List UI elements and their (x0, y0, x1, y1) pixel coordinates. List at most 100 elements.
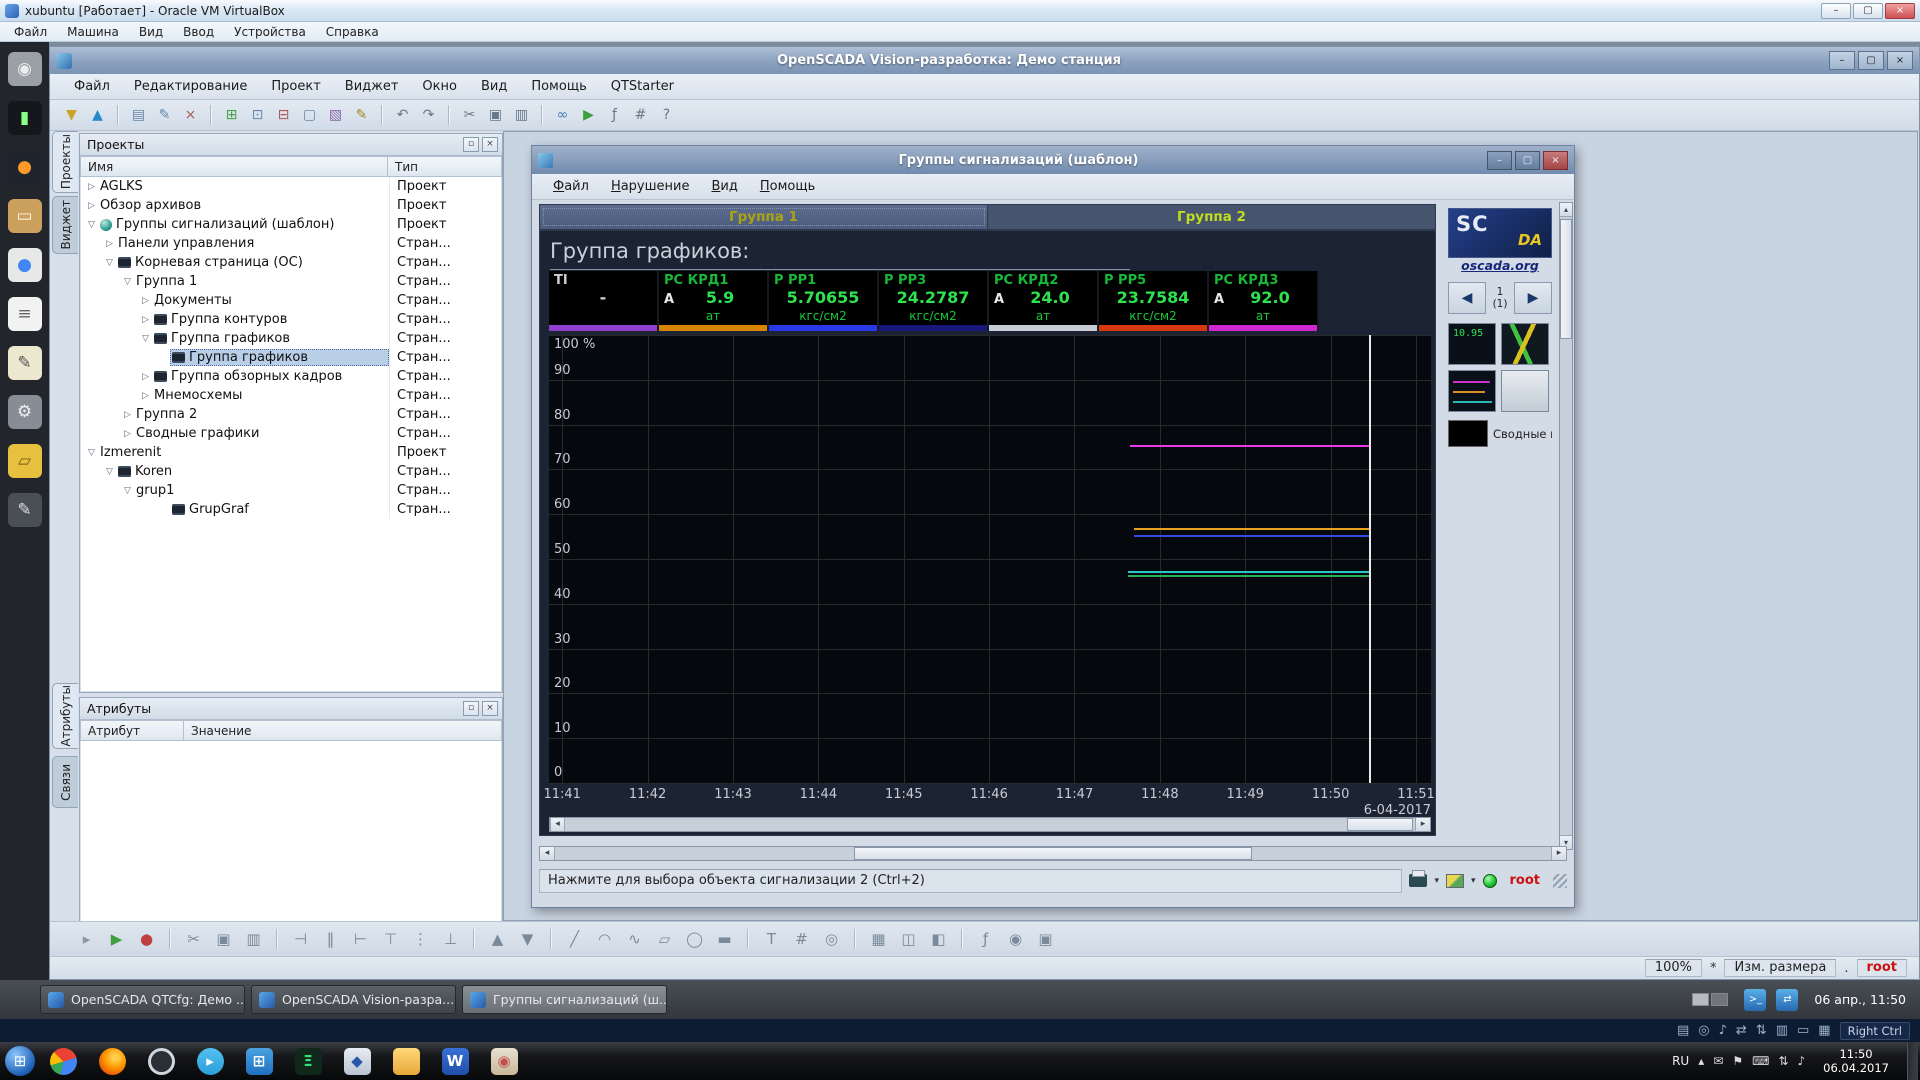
projects-float-button[interactable]: ▫ (463, 137, 479, 152)
tree-row[interactable]: ▷МнемосхемыСтран... (81, 386, 501, 405)
tree-item[interactable]: Группа 2 (134, 406, 389, 423)
time-cursor[interactable] (1369, 335, 1371, 783)
add-widget-icon[interactable]: ⊞ (220, 104, 243, 127)
collapse-arrow-icon[interactable]: ▽ (121, 277, 134, 287)
guest-clock[interactable]: 06 апр., 11:50 (1814, 992, 1906, 1007)
tree-row[interactable]: GrupGrafСтран... (81, 500, 501, 519)
projects-panel-header[interactable]: Проекты ▫ × (80, 134, 502, 156)
current-user-badge[interactable]: root (1504, 873, 1547, 888)
usb-icon[interactable]: ⇅ (1756, 1023, 1767, 1038)
horizontal-scroll-track[interactable] (555, 847, 1551, 860)
chart-time-scrollbar[interactable]: ◂ ▸ (549, 817, 1431, 832)
load-from-db-icon[interactable]: ▼ (60, 104, 83, 127)
vbox-menu-6[interactable]: Справка (316, 22, 389, 41)
scroll-left-button[interactable]: ◂ (540, 847, 555, 860)
text-tool-icon[interactable]: T (759, 927, 784, 952)
oscada-menu-3[interactable]: Проект (259, 79, 332, 94)
host-clock[interactable]: 11:50 06.04.2017 (1814, 1047, 1898, 1075)
terminal-tray-icon[interactable]: >_ (1744, 989, 1766, 1011)
text-editor-icon[interactable]: ≡ (8, 297, 42, 331)
audio-icon[interactable]: ♪ (1719, 1023, 1727, 1038)
firefox-icon[interactable] (91, 1045, 133, 1077)
paste-widget-icon[interactable]: ▥ (241, 927, 266, 952)
expand-arrow-icon[interactable]: ▷ (121, 429, 134, 439)
network-icon[interactable]: ⇄ (1736, 1023, 1747, 1038)
tree-row[interactable]: ▷ДокументыСтран... (81, 291, 501, 310)
word-icon[interactable]: W (434, 1045, 476, 1077)
line-figure-icon[interactable]: ╱ (562, 927, 587, 952)
tree-row[interactable]: ▷Группа контуровСтран... (81, 310, 501, 329)
resize-grip[interactable] (1553, 874, 1567, 888)
tree-item[interactable]: Izmerenit (98, 444, 389, 461)
oscada-minimize-button[interactable]: – (1829, 51, 1855, 70)
arc-figure-icon[interactable]: ◠ (592, 927, 617, 952)
oscada-menu-5[interactable]: Окно (410, 79, 469, 94)
taskbar-button-3[interactable]: Группы сигнализаций (ш... (462, 985, 667, 1014)
expand-arrow-icon[interactable]: ▷ (85, 182, 98, 192)
workspace-1[interactable] (1692, 993, 1709, 1006)
oscada-menu-7[interactable]: Помощь (519, 79, 598, 94)
tree-item[interactable]: grup1 (134, 482, 389, 499)
align-right-icon[interactable]: ⊢ (348, 927, 373, 952)
vertical-scroll-thumb[interactable] (1560, 219, 1572, 339)
dialog-titlebar[interactable]: Группы сигнализаций (шаблон) – ▢ × (532, 146, 1574, 174)
dialog-minimize-button[interactable]: – (1487, 151, 1512, 170)
new-page-icon[interactable]: ▤ (127, 104, 150, 127)
keyboard-icon[interactable]: ⌨ (1752, 1054, 1769, 1068)
vertical-scroll-track[interactable] (1560, 217, 1572, 835)
document-thumbnail[interactable] (1501, 370, 1549, 412)
collapse-arrow-icon[interactable]: ▽ (139, 334, 152, 344)
tree-item[interactable]: Группы сигнализаций (шаблон) (98, 216, 389, 233)
save-to-db-icon[interactable]: ▲ (86, 104, 109, 127)
hidden-icons-button[interactable]: ▴ (1698, 1054, 1704, 1068)
chrome-icon[interactable] (42, 1045, 84, 1077)
scroll-up-button[interactable]: ▴ (1560, 203, 1572, 217)
dialog-menu-2[interactable]: Нарушение (600, 179, 701, 194)
dialog-close-button[interactable]: × (1543, 151, 1568, 170)
horizontal-scroll-thumb[interactable] (854, 847, 1252, 860)
paste-icon[interactable]: ▥ (510, 104, 533, 127)
tree-item[interactable]: GrupGraf (170, 501, 389, 518)
copy-icon[interactable]: ▣ (484, 104, 507, 127)
telegram-icon[interactable]: ▸ (189, 1045, 231, 1077)
dialog-tab-1[interactable]: Группа 1 (540, 205, 988, 229)
function-icon[interactable]: ƒ (603, 104, 626, 127)
office-suite-icon[interactable]: ⊞ (238, 1045, 280, 1077)
help-icon[interactable]: ? (655, 104, 678, 127)
vbox-minimize-button[interactable]: – (1821, 3, 1851, 19)
volume-icon[interactable]: ♪ (1797, 1054, 1805, 1068)
column-header-attribute[interactable]: Атрибут (80, 720, 184, 741)
levels-icon[interactable]: ◧ (926, 927, 951, 952)
chrome-icon[interactable]: ● (8, 248, 42, 282)
grid-icon[interactable]: # (629, 104, 652, 127)
align-top-icon[interactable]: ⊤ (378, 927, 403, 952)
oscada-menu-2[interactable]: Редактирование (122, 79, 259, 94)
oscada-titlebar[interactable]: OpenSCADA Vision-разработка: Демо станци… (50, 47, 1919, 74)
language-indicator[interactable]: RU (1672, 1054, 1689, 1068)
notes-icon[interactable]: ✎ (8, 346, 42, 380)
tree-row[interactable]: ▷Обзор архивовПроект (81, 196, 501, 215)
tree-row[interactable]: ▷Группа обзорных кадровСтран... (81, 367, 501, 386)
printer-icon[interactable] (1409, 874, 1427, 887)
collapse-arrow-icon[interactable]: ▽ (85, 448, 98, 458)
mouse-integration-icon[interactable]: ▦ (1818, 1023, 1830, 1038)
align-left-icon[interactable]: ⊣ (288, 927, 313, 952)
flag-icon[interactable]: ⚑ (1732, 1054, 1743, 1068)
tree-row[interactable]: ▷Панели управленияСтран... (81, 234, 501, 253)
dock-tab-attributes[interactable]: Атрибуты (52, 683, 78, 749)
fill-figure-icon[interactable]: ▬ (712, 927, 737, 952)
oscada-site-link[interactable]: oscada.org (1448, 258, 1552, 275)
tree-row[interactable]: ▷Группа 2Стран... (81, 405, 501, 424)
network-tray-icon[interactable]: ⇄ (1776, 989, 1798, 1011)
network-status-icon[interactable]: ⇅ (1778, 1054, 1788, 1068)
trend-thumbnail[interactable] (1448, 370, 1496, 412)
firefox-icon[interactable]: ● (8, 150, 42, 184)
object-view-icon[interactable]: ◉ (1003, 927, 1028, 952)
tree-row[interactable]: ▽Корневая страница (ОС)Стран... (81, 253, 501, 272)
taskbar-button-1[interactable]: OpenSCADA QTCfg: Демо ... (40, 985, 245, 1014)
lower-widget-icon[interactable]: ▼ (515, 927, 540, 952)
file-explorer-icon[interactable] (385, 1045, 427, 1077)
column-header-type[interactable]: Тип (388, 156, 502, 177)
hdd-icon[interactable]: ▤ (1677, 1023, 1689, 1038)
expand-arrow-icon[interactable]: ▷ (139, 296, 152, 306)
